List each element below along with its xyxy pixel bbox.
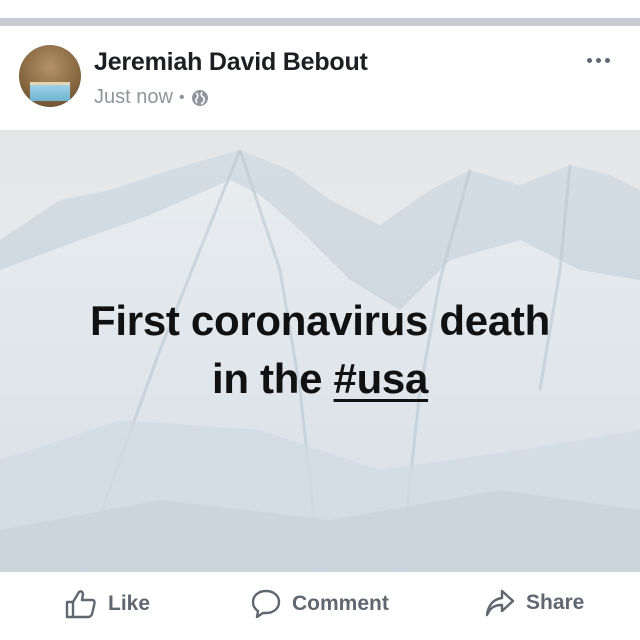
share-label: Share — [526, 591, 585, 614]
post-text-line-2: in the #usa — [0, 350, 640, 408]
globe-icon[interactable] — [191, 89, 209, 107]
author-name[interactable]: Jeremiah David Bebout — [94, 48, 368, 77]
meta-separator: • — [178, 88, 185, 106]
more-dot — [586, 57, 592, 63]
top-bar — [0, 0, 640, 18]
post-text-line-2-prefix: in the — [211, 355, 334, 402]
post-meta: Just now • — [94, 86, 209, 109]
post-text-line-1: First coronavirus death — [90, 297, 550, 344]
post-background-image: First coronavirus death in the #usa — [0, 130, 640, 572]
comment-button[interactable]: Comment — [250, 588, 389, 620]
post-action-bar: Like Comment Share — [0, 572, 640, 640]
like-label: Like — [108, 592, 151, 615]
more-dot — [595, 57, 601, 63]
post-text: First coronavirus death in the #usa — [0, 292, 640, 408]
avatar[interactable] — [19, 45, 81, 107]
share-arrow-icon — [485, 589, 515, 617]
more-options-icon[interactable] — [583, 54, 613, 66]
like-button[interactable]: Like — [64, 588, 150, 620]
timestamp[interactable]: Just now — [94, 86, 173, 109]
hashtag-link[interactable]: #usa — [334, 355, 429, 402]
comment-label: Comment — [292, 592, 389, 615]
feed-divider — [0, 18, 640, 26]
avatar-photo-detail — [30, 82, 70, 101]
comment-icon — [251, 589, 281, 619]
share-button[interactable]: Share — [484, 588, 584, 618]
thumbs-up-icon — [65, 590, 96, 619]
more-dot — [604, 57, 610, 63]
post-header: Jeremiah David Bebout Just now • — [0, 26, 640, 130]
